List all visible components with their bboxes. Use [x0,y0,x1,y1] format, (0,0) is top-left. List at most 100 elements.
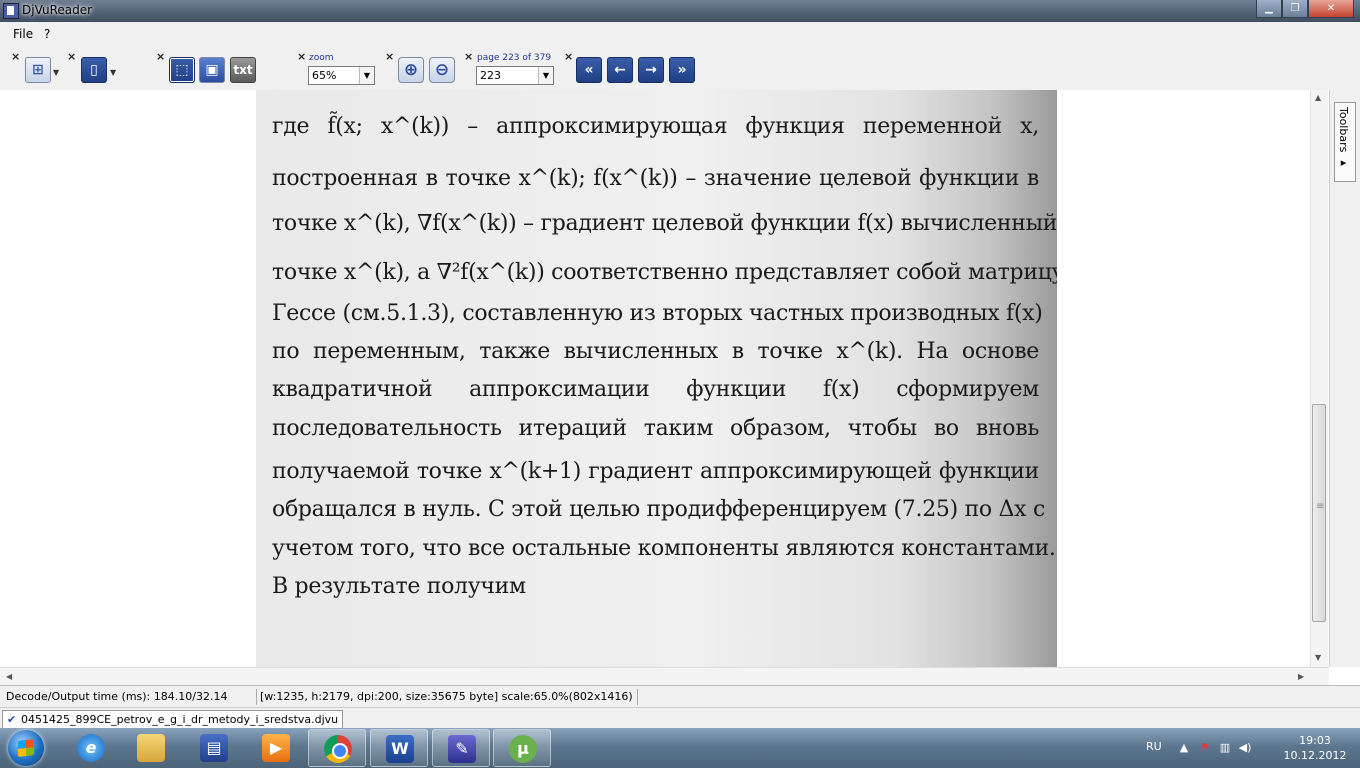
chevron-down-icon[interactable]: ▼ [538,67,553,84]
image-icon: ▣ [205,62,219,78]
first-page-button[interactable]: « [576,57,602,83]
scroll-down-icon[interactable]: ▼ [1315,653,1321,662]
maximize-button[interactable]: ❐ [1282,0,1308,18]
chrome-icon [324,735,352,763]
page-view-button[interactable]: ▯ [81,57,107,83]
toolbar: × ⊞ ▼ × ▯ ▼ × ⬚ ▣ txt × zoom 65% ▼ × ⊕ ⊖… [0,44,1360,91]
page-icon: ▯ [90,62,98,78]
page-text-line: В результате получим [272,574,526,599]
zoom-select[interactable]: 65% ▼ [308,66,375,85]
chevron-down-icon[interactable]: ▼ [53,68,59,77]
document-viewport[interactable]: где f̃(x; x^(k)) – аппроксимирующая функ… [0,90,1329,667]
file-tab-bar: ✔ 0451425_899CE_petrov_e_g_i_dr_metody_i… [0,707,1360,729]
utorrent-icon: µ [509,735,537,763]
djvu-reader-icon: ✎ [448,735,476,763]
clock-time: 19:03 [1299,734,1331,747]
floppy-disk-icon: ▤ [200,734,228,762]
double-chevron-right-icon: » [677,62,687,78]
title-bar: DjVuReader ▁ ❐ ✕ [0,0,1360,22]
scroll-up-icon[interactable]: ▲ [1315,93,1321,102]
scroll-right-icon[interactable]: ▶ [1298,672,1304,681]
zoom-out-button[interactable]: ⊖ [429,57,455,83]
menu-file[interactable]: File [13,27,33,41]
zoom-in-button[interactable]: ⊕ [398,57,424,83]
next-page-button[interactable]: → [638,57,664,83]
select-rect-icon: ⬚ [175,62,189,78]
scroll-left-icon[interactable]: ◀ [6,672,12,681]
prev-page-button[interactable]: ← [607,57,633,83]
taskbar-djvureader[interactable]: ✎ [432,729,490,767]
vertical-scrollbar[interactable]: ▲ ▼ [1310,90,1328,667]
taskbar-explorer[interactable] [122,729,180,767]
minimize-button[interactable]: ▁ [1256,0,1282,18]
page-text-line: точке x^(k), ∇f(x^(k)) – градиент целево… [272,211,1057,236]
page-text-line: получаемой точке x^(k+1) градиент аппрок… [272,459,1039,484]
zoom-value: 65% [312,69,337,82]
zoom-in-icon: ⊕ [403,60,419,80]
layout-icon: ⊞ [32,62,44,78]
toolbars-tab[interactable]: Toolbars ▸ [1334,102,1356,182]
taskbar-chrome[interactable] [308,729,366,767]
page-info-status: [w:1235, h:2179, dpi:200, size:35675 byt… [256,689,638,705]
menu-bar: File ? [0,22,1360,44]
toolbar-close-icon[interactable]: × [564,50,573,63]
layout-button[interactable]: ⊞ [25,57,51,83]
image-mode-button[interactable]: ▣ [199,57,225,83]
toolbar-close-icon[interactable]: × [156,50,165,63]
toolbar-close-icon[interactable]: × [385,50,394,63]
taskbar-save[interactable]: ▤ [185,729,243,767]
scroll-thumb[interactable] [1312,404,1326,622]
start-button[interactable] [2,729,54,767]
clock-date: 10.12.2012 [1283,749,1347,762]
taskbar-media[interactable]: ▶ [247,729,305,767]
page-text-line: по переменным, также вычисленных в точке… [272,339,1039,364]
word-icon: W [386,735,414,763]
volume-icon[interactable]: ◀) [1238,741,1252,755]
zoom-out-icon: ⊖ [434,60,450,80]
horizontal-scrollbar[interactable]: ◀ ▶ [0,667,1329,686]
chevron-down-icon[interactable]: ▼ [359,67,374,84]
close-button[interactable]: ✕ [1308,0,1354,18]
clock[interactable]: 19:03 10.12.2012 [1280,733,1350,763]
chevron-down-icon[interactable]: ▼ [110,68,116,77]
page-text-line: построенная в точке x^(k); f(x^(k)) – зн… [272,166,1039,191]
taskbar-ie[interactable]: e [62,729,120,767]
windows-logo-icon [8,730,44,766]
toolbar-close-icon[interactable]: × [464,50,473,63]
text-mode-button[interactable]: txt [230,57,256,83]
taskbar-utorrent[interactable]: µ [493,729,551,767]
flag-icon[interactable]: ⚑ [1198,741,1212,755]
checkmark-icon: ✔ [7,713,17,726]
page-value: 223 [480,69,501,82]
page-text-line: учетом того, что все остальные компонент… [272,536,1056,561]
language-indicator[interactable]: RU [1146,740,1162,753]
page-text-line: точке x^(k), а ∇²f(x^(k)) соответственно… [272,260,1057,285]
menu-help[interactable]: ? [44,27,50,41]
media-player-icon: ▶ [262,734,290,762]
select-region-button[interactable]: ⬚ [169,57,195,83]
window-controls: ▁ ❐ ✕ [1256,0,1354,18]
internet-explorer-icon: e [77,734,105,762]
toolbar-close-icon[interactable]: × [67,50,76,63]
taskbar-word[interactable]: W [370,729,428,767]
status-bar: Decode/Output time (ms): 184.10/32.14 [w… [0,685,1360,708]
decode-time-status: Decode/Output time (ms): 184.10/32.14 [2,689,257,705]
page-text-line: квадратичной аппроксимации функции f(x) … [272,377,1039,402]
arrow-left-icon: ← [614,62,626,78]
file-tab[interactable]: ✔ 0451425_899CE_petrov_e_g_i_dr_metody_i… [2,710,344,728]
page-text-line: последовательность итераций таким образо… [272,416,1039,441]
toolbar-close-icon[interactable]: × [11,50,20,63]
double-chevron-left-icon: « [584,62,594,78]
file-tab-name: 0451425_899CE_petrov_e_g_i_dr_metody_i_s… [21,713,339,726]
chevron-up-icon[interactable]: ▲ [1177,741,1191,755]
toolbar-close-icon[interactable]: × [297,50,306,63]
page-text-line: обращался в нуль. С этой целью продиффер… [272,497,1045,522]
text-mode-label: txt [233,63,253,77]
page-label: page 223 of 379 [477,53,552,63]
last-page-button[interactable]: » [669,57,695,83]
system-tray: RU ▲ ⚑ ▥ ◀) 19:03 10.12.2012 [1140,728,1360,768]
network-icon[interactable]: ▥ [1218,741,1232,755]
page-select[interactable]: 223 ▼ [476,66,554,85]
taskbar: e ▤ ▶ W ✎ µ RU ▲ ⚑ ▥ ◀) 19:03 10.12.2012 [0,728,1360,768]
document-page: где f̃(x; x^(k)) – аппроксимирующая функ… [256,90,1057,667]
